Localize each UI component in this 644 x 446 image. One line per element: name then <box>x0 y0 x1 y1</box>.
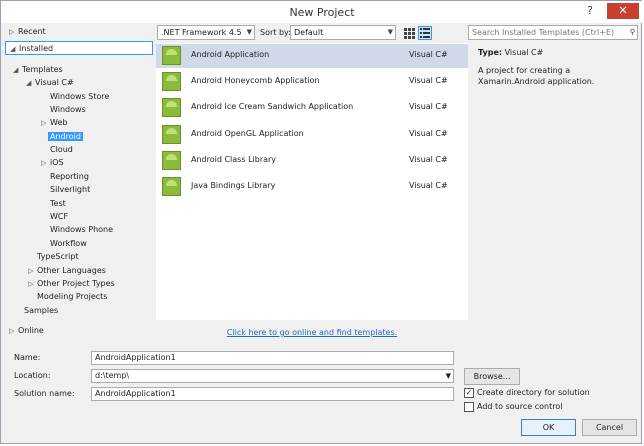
sort-select[interactable]: Default ▼ <box>290 25 396 40</box>
template-item[interactable]: Android Class Library Visual C# <box>156 149 468 173</box>
tree-item-windows[interactable]: Windows <box>50 103 86 116</box>
tree-item-web[interactable]: ▷ Web <box>41 116 67 129</box>
search-icon: ⚲ <box>629 28 635 36</box>
ok-button[interactable]: OK <box>521 419 576 436</box>
sort-label: Sort by: <box>260 28 291 37</box>
tree-item-online[interactable]: ▷ Online <box>9 324 44 337</box>
template-item[interactable]: Android Ice Cream Sandwich Application Vi… <box>156 96 468 120</box>
tree-item-silverlight[interactable]: Silverlight <box>50 183 90 196</box>
tree-item-cloud[interactable]: Cloud <box>50 143 73 156</box>
chevron-right-icon: ▷ <box>28 280 34 288</box>
source-control-label: Add to source control <box>477 402 563 411</box>
location-label: Location: <box>14 371 51 380</box>
android-icon <box>162 125 181 144</box>
tree-item-reporting[interactable]: Reporting <box>50 170 89 183</box>
solution-name-input[interactable]: AndroidApplication1 <box>91 387 454 401</box>
name-input[interactable]: AndroidApplication1 <box>91 351 454 365</box>
chevron-down-icon: ◢ <box>13 66 19 74</box>
new-project-dialog: New Project ? ✕ ▷ Recent ◢ Installed ◢ Temp… <box>0 0 643 444</box>
grid-icon <box>404 28 415 39</box>
template-item[interactable]: Android OpenGL Application Visual C# <box>156 123 468 147</box>
details-pane: Type: Visual C# A project for creating a… <box>470 43 638 320</box>
title-bar: New Project ? ✕ <box>1 1 643 23</box>
close-button[interactable]: ✕ <box>607 3 639 19</box>
tree-item-modeling-projects[interactable]: Modeling Projects <box>37 290 107 303</box>
tree-item-workflow[interactable]: Workflow <box>50 237 87 250</box>
tree-item-ios[interactable]: ▷ iOS <box>41 156 64 169</box>
online-templates-link[interactable]: Click here to go online and find templat… <box>156 328 468 337</box>
create-directory-checkbox[interactable]: ✓ <box>464 388 474 398</box>
tree-item-installed[interactable]: ◢ Installed <box>5 41 153 55</box>
create-directory-label: Create directory for solution <box>477 388 590 397</box>
android-icon <box>162 72 181 91</box>
chevron-right-icon: ▷ <box>41 119 47 127</box>
template-item[interactable]: Java Bindings Library Visual C# <box>156 175 468 199</box>
chevron-down-icon: ◢ <box>10 45 16 53</box>
android-icon <box>162 98 181 117</box>
tree-item-windows-store[interactable]: Windows Store <box>50 90 109 103</box>
list-view-button[interactable] <box>418 26 432 40</box>
chevron-down-icon: ▼ <box>445 372 451 380</box>
tree-item-samples[interactable]: Samples <box>24 304 58 317</box>
tree-item-visual-cs[interactable]: ◢ Visual C# <box>26 76 74 89</box>
tree-item-typescript[interactable]: TypeScript <box>37 250 79 263</box>
template-description: A project for creating a Xamarin.Android… <box>478 66 595 86</box>
framework-select[interactable]: .NET Framework 4.5 ▼ <box>157 25 255 40</box>
tree-item-wcf[interactable]: WCF <box>50 210 68 223</box>
list-icon <box>420 28 430 38</box>
android-icon <box>162 46 181 65</box>
chevron-down-icon: ▼ <box>387 28 393 36</box>
browse-button[interactable]: Browse... <box>464 368 520 385</box>
solution-name-label: Solution name: <box>14 389 75 398</box>
template-item[interactable]: Android Application Visual C# <box>156 44 468 68</box>
android-icon <box>162 151 181 170</box>
tree-item-recent[interactable]: ▷ Recent <box>9 25 46 38</box>
help-button[interactable]: ? <box>578 3 602 19</box>
android-icon <box>162 177 181 196</box>
tree-item-other-project-types[interactable]: ▷ Other Project Types <box>28 277 115 290</box>
location-input[interactable]: d:\temp\ ▼ <box>91 369 454 383</box>
type-line: Type: Visual C# <box>478 48 544 57</box>
chevron-right-icon: ▷ <box>9 28 15 36</box>
tree-item-templates[interactable]: ◢ Templates <box>13 63 63 76</box>
search-input[interactable]: Search Installed Templates (Ctrl+E) ⚲ <box>468 25 638 40</box>
tree-item-test[interactable]: Test <box>50 197 66 210</box>
template-item[interactable]: Android Honeycomb Application Visual C# <box>156 70 468 94</box>
name-label: Name: <box>14 353 41 362</box>
chevron-right-icon: ▷ <box>41 159 47 167</box>
tree-item-android[interactable]: Android <box>48 130 83 143</box>
chevron-down-icon: ▼ <box>246 28 252 36</box>
cancel-button[interactable]: Cancel <box>582 419 637 436</box>
window-title: New Project <box>289 6 355 19</box>
source-control-checkbox[interactable] <box>464 402 474 412</box>
template-tree: ▷ Recent ◢ Installed ◢ Templates ◢ Visual C#… <box>5 23 153 343</box>
chevron-down-icon: ◢ <box>26 79 32 87</box>
chevron-right-icon: ▷ <box>9 327 15 335</box>
template-list: Android Application Visual C# Android Hon… <box>156 43 468 320</box>
tree-item-other-languages[interactable]: ▷ Other Languages <box>28 264 106 277</box>
small-icons-view-button[interactable] <box>402 26 416 40</box>
tree-item-windows-phone[interactable]: Windows Phone <box>50 223 113 236</box>
